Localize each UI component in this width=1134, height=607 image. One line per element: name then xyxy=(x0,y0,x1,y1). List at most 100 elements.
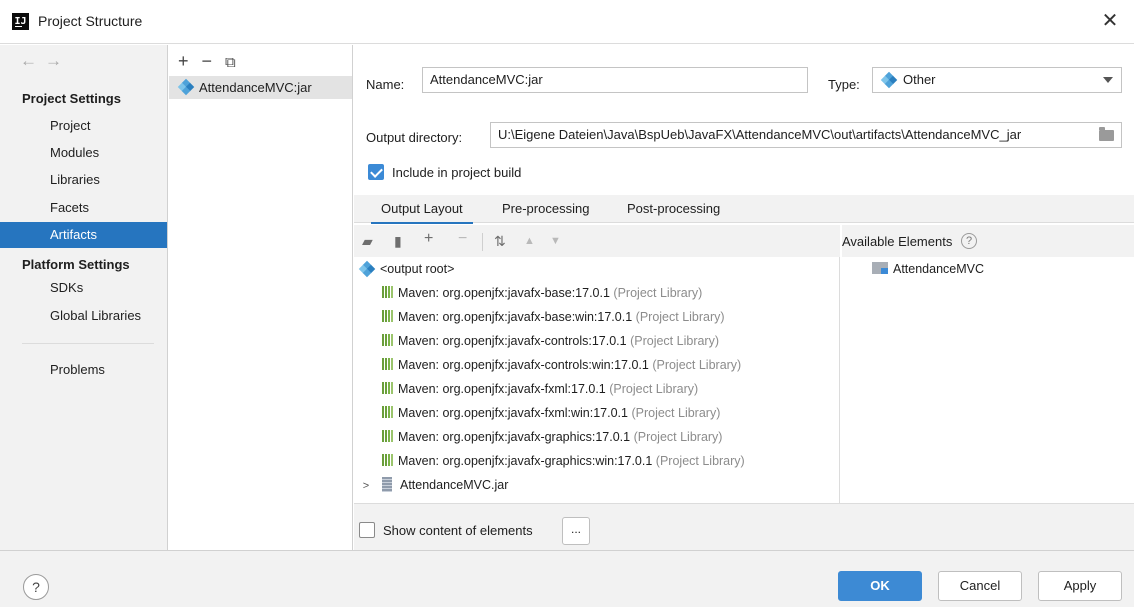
other-type-icon xyxy=(880,71,898,89)
tab-output-layout[interactable]: Output Layout xyxy=(371,201,473,224)
forward-arrow-icon[interactable]: → xyxy=(45,51,70,70)
library-suffix: (Project Library) xyxy=(609,382,699,396)
move-up-icon[interactable]: ▲ xyxy=(524,235,535,247)
sidebar-item-sdks[interactable]: SDKs xyxy=(0,275,167,301)
library-icon xyxy=(382,310,394,323)
cancel-button[interactable]: Cancel xyxy=(938,571,1022,601)
output-layout-toolbar: ▰ ▮ + − ⇅ ▲ ▼ xyxy=(354,225,840,257)
toolbar-separator xyxy=(482,233,483,251)
tree-item-label: <output root> xyxy=(380,262,455,276)
available-elements-tree[interactable]: AttendanceMVC xyxy=(842,257,1134,503)
library-icon xyxy=(382,454,394,467)
artifact-item-attendancemvc-jar[interactable]: AttendanceMVC:jar xyxy=(169,76,352,99)
create-archive-icon[interactable]: ▮ xyxy=(394,233,402,250)
library-suffix: (Project Library) xyxy=(630,334,720,348)
show-content-label: Show content of elements xyxy=(383,523,533,538)
sidebar-item-project[interactable]: Project xyxy=(0,113,167,139)
platform-settings-header: Platform Settings xyxy=(22,257,130,272)
sidebar-item-facets[interactable]: Facets xyxy=(0,195,167,221)
output-directory-input[interactable]: U:\Eigene Dateien\Java\BspUeb\JavaFX\Att… xyxy=(490,122,1122,148)
library-icon xyxy=(382,430,394,443)
library-suffix: (Project Library) xyxy=(631,406,721,420)
output-root-icon xyxy=(358,260,376,278)
tree-item-library[interactable]: Maven: org.openjfx:javafx-controls:17.0.… xyxy=(354,329,719,353)
library-suffix: (Project Library) xyxy=(655,454,745,468)
library-suffix: (Project Library) xyxy=(613,286,703,300)
library-suffix: (Project Library) xyxy=(652,358,742,372)
move-down-icon[interactable]: ▼ xyxy=(550,235,561,247)
artifact-list-toolbar: + − ⧉ xyxy=(178,51,249,72)
output-directory-label: Output directory: xyxy=(366,130,463,145)
show-content-checkbox[interactable] xyxy=(359,522,375,538)
library-icon xyxy=(382,406,394,419)
tree-item-output-root[interactable]: <output root> xyxy=(354,257,454,281)
settings-sidebar: ←→ Project Settings Project Modules Libr… xyxy=(0,45,168,550)
apply-button[interactable]: Apply xyxy=(1038,571,1122,601)
sidebar-item-global-libraries[interactable]: Global Libraries xyxy=(0,303,167,329)
type-select-value: Other xyxy=(903,72,936,87)
remove-element-icon[interactable]: − xyxy=(458,230,467,248)
library-name: Maven: org.openjfx:javafx-fxml:17.0.1 xyxy=(398,382,606,396)
show-content-options-button[interactable]: ... xyxy=(562,517,590,545)
ok-button[interactable]: OK xyxy=(838,571,922,601)
include-in-build-label: Include in project build xyxy=(392,165,522,180)
layout-bottom-bar: Show content of elements ... xyxy=(354,503,1134,550)
tree-item-library[interactable]: Maven: org.openjfx:javafx-fxml:17.0.1 (P… xyxy=(354,377,698,401)
artifact-icon xyxy=(177,78,195,96)
library-icon xyxy=(382,358,394,371)
output-directory-value: U:\Eigene Dateien\Java\BspUeb\JavaFX\Att… xyxy=(498,127,1022,142)
copy-icon[interactable]: ⧉ xyxy=(225,54,236,71)
nav-arrows: ←→ xyxy=(20,51,70,71)
artifact-editor: Name: AttendanceMVC:jar Type: Other Outp… xyxy=(354,45,1134,550)
back-arrow-icon[interactable]: ← xyxy=(20,51,45,70)
output-layout-tree[interactable]: <output root> Maven: org.openjfx:javafx-… xyxy=(354,257,840,503)
library-name: Maven: org.openjfx:javafx-controls:17.0.… xyxy=(398,334,627,348)
artifact-list-panel: + − ⧉ AttendanceMVC:jar xyxy=(168,45,353,550)
remove-icon[interactable]: − xyxy=(202,51,213,71)
sidebar-item-problems[interactable]: Problems xyxy=(0,357,167,383)
help-button[interactable]: ? xyxy=(23,574,49,600)
tree-item-library[interactable]: Maven: org.openjfx:javafx-graphics:win:1… xyxy=(354,449,745,473)
type-select[interactable]: Other xyxy=(872,67,1122,93)
editor-tabs: Output Layout Pre-processing Post-proces… xyxy=(354,195,1134,224)
library-icon xyxy=(382,286,394,299)
library-name: Maven: org.openjfx:javafx-controls:win:1… xyxy=(398,358,649,372)
chevron-right-icon[interactable]: > xyxy=(356,474,376,498)
artifact-item-label: AttendanceMVC:jar xyxy=(199,80,312,95)
tab-pre-processing[interactable]: Pre-processing xyxy=(502,201,589,216)
library-name: Maven: org.openjfx:javafx-base:win:17.0.… xyxy=(398,310,633,324)
sidebar-item-libraries[interactable]: Libraries xyxy=(0,167,167,193)
tree-item-library[interactable]: Maven: org.openjfx:javafx-graphics:17.0.… xyxy=(354,425,722,449)
add-icon[interactable]: + xyxy=(178,51,189,71)
create-directory-icon[interactable]: ▰ xyxy=(362,233,373,250)
close-icon[interactable]: ✕ xyxy=(1098,9,1122,33)
tree-item-label: AttendanceMVC.jar xyxy=(400,478,509,492)
available-elements-title: Available Elements xyxy=(842,234,953,249)
name-input[interactable]: AttendanceMVC:jar xyxy=(422,67,808,93)
tree-item-library[interactable]: Maven: org.openjfx:javafx-base:17.0.1 (P… xyxy=(354,281,702,305)
tree-item-library[interactable]: Maven: org.openjfx:javafx-base:win:17.0.… xyxy=(354,305,725,329)
module-icon xyxy=(872,262,888,275)
available-item-attendancemvc[interactable]: AttendanceMVC xyxy=(872,257,984,281)
library-suffix: (Project Library) xyxy=(633,430,723,444)
tab-post-processing[interactable]: Post-processing xyxy=(627,201,720,216)
tree-item-jar[interactable]: > AttendanceMVC.jar xyxy=(354,473,508,497)
tree-item-library[interactable]: Maven: org.openjfx:javafx-fxml:win:17.0.… xyxy=(354,401,720,425)
type-label: Type: xyxy=(828,77,860,92)
library-suffix: (Project Library) xyxy=(635,310,725,324)
library-name: Maven: org.openjfx:javafx-graphics:win:1… xyxy=(398,454,653,468)
tree-item-library[interactable]: Maven: org.openjfx:javafx-controls:win:1… xyxy=(354,353,741,377)
include-in-build-checkbox[interactable] xyxy=(368,164,384,180)
dialog-footer: ? OK Cancel Apply xyxy=(0,550,1134,607)
chevron-down-icon xyxy=(1103,77,1113,83)
library-icon xyxy=(382,334,394,347)
help-icon[interactable]: ? xyxy=(961,233,977,249)
intellij-logo-icon: IJ xyxy=(12,13,29,30)
available-item-label: AttendanceMVC xyxy=(893,262,985,276)
sidebar-item-modules[interactable]: Modules xyxy=(0,140,167,166)
add-copy-of-icon[interactable]: + xyxy=(424,230,433,248)
sort-elements-icon[interactable]: ⇅ xyxy=(494,233,506,250)
library-name: Maven: org.openjfx:javafx-base:17.0.1 xyxy=(398,286,610,300)
sidebar-item-artifacts[interactable]: Artifacts xyxy=(0,222,167,248)
browse-folder-icon[interactable] xyxy=(1099,127,1114,141)
